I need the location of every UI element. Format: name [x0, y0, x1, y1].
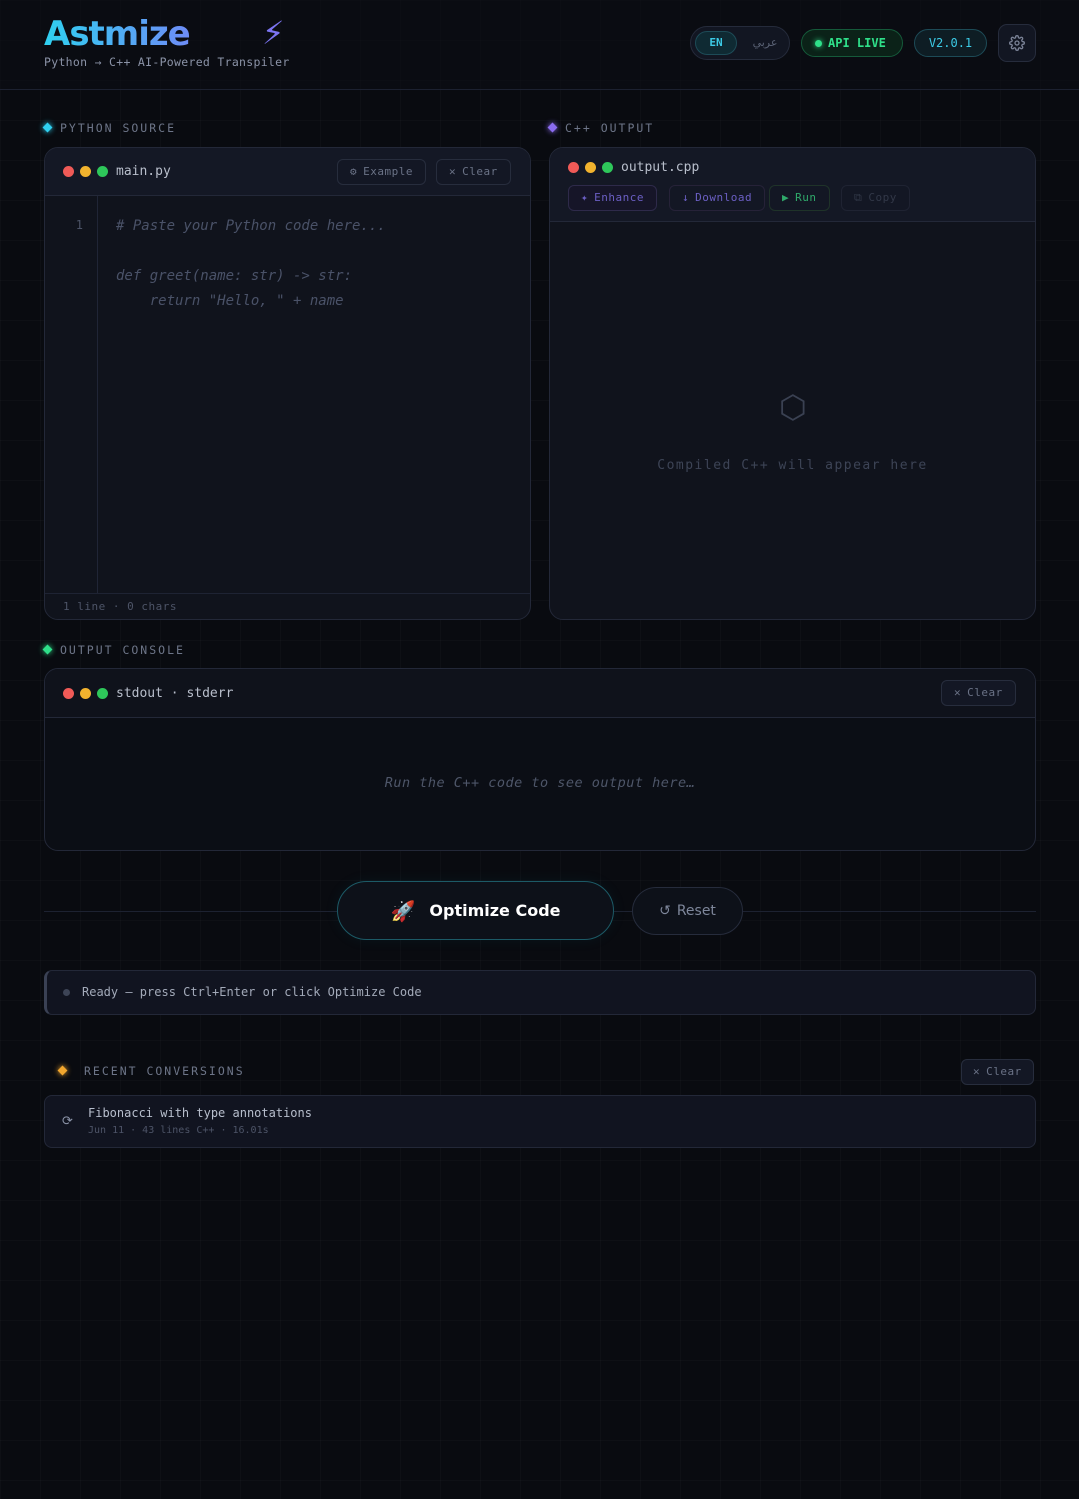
cpp-section-label: C++ OUTPUT [565, 121, 655, 135]
lang-en-button[interactable]: EN [695, 31, 737, 55]
minimize-dot-icon [585, 162, 596, 173]
gear-icon: ⚙ [350, 165, 358, 178]
recent-diamond-icon [57, 1065, 68, 1076]
python-clear-label: Clear [462, 165, 498, 178]
settings-button[interactable] [998, 24, 1036, 62]
cpp-diamond-icon [547, 122, 558, 133]
reset-label: Reset [676, 903, 716, 919]
api-status-label: API LIVE [828, 36, 886, 50]
status-text: Ready — press Ctrl+Enter or click Optimi… [82, 985, 422, 999]
maximize-dot-icon [602, 162, 613, 173]
sparkle-icon: ✦ [581, 191, 589, 204]
example-button-label: Example [363, 165, 413, 178]
console-title: stdout · stderr [116, 686, 234, 701]
copy-button[interactable]: ⧉ Copy [841, 185, 910, 211]
status-dot-icon [63, 989, 70, 996]
python-diamond-icon [42, 122, 53, 133]
console-clear-label: Clear [967, 686, 1003, 699]
recent-clear-label: Clear [986, 1065, 1022, 1078]
divider-line [44, 911, 337, 912]
recent-conversion-item[interactable]: ⟳ Fibonacci with type annotations Jun 11… [44, 1095, 1036, 1148]
python-status-bar: 1 line · 0 chars [45, 593, 530, 619]
run-button[interactable]: ▶ Run [769, 185, 830, 211]
recent-clear-button[interactable]: ✕ Clear [961, 1059, 1034, 1085]
python-code-placeholder: # Paste your Python code here... def gre… [116, 218, 386, 309]
console-header: stdout · stderr ✕ Clear [45, 669, 1035, 718]
gear-icon [1009, 35, 1025, 51]
line-number: 1 [75, 218, 83, 232]
reset-button[interactable]: ↺ Reset [632, 887, 743, 935]
cpp-empty-text: Compiled C++ will appear here [657, 458, 928, 473]
divider-line [743, 911, 1036, 912]
console-empty-text: Run the C++ code to see output here… [384, 775, 696, 791]
output-console-panel: stdout · stderr ✕ Clear Run the C++ code … [44, 668, 1036, 851]
copy-label: Copy [868, 191, 897, 204]
app-logo: Astmize [44, 14, 191, 54]
app-header: Astmize ⚡ Python → C++ AI-Powered Transp… [0, 0, 1079, 90]
python-clear-button[interactable]: ✕ Clear [436, 159, 511, 185]
python-editor-panel: main.py ⚙ Example ✕ Clear 1 # Paste your P… [44, 147, 531, 620]
close-icon: ✕ [449, 165, 457, 178]
close-icon: ✕ [973, 1065, 981, 1078]
python-code-input[interactable]: # Paste your Python code here... def gre… [98, 196, 530, 593]
console-diamond-icon [42, 644, 53, 655]
history-icon: ⟳ [62, 1114, 73, 1129]
optimize-code-button[interactable]: 🚀 Optimize Code [337, 881, 614, 940]
recent-item-title: Fibonacci with type annotations [88, 1106, 312, 1120]
bolt-icon: ⚡ [262, 14, 285, 52]
close-dot-icon [63, 166, 74, 177]
console-clear-button[interactable]: ✕ Clear [941, 680, 1016, 706]
divider-line [614, 911, 632, 912]
python-section-label: PYTHON SOURCE [60, 121, 177, 135]
recent-section-label: RECENT CONVERSIONS [84, 1064, 245, 1078]
lang-ar-button[interactable]: عربي [745, 31, 785, 55]
optimize-label: Optimize Code [429, 901, 561, 920]
hexagon-icon: ⬡ [779, 388, 807, 426]
console-section-label: OUTPUT CONSOLE [60, 643, 185, 657]
cpp-panel-header: output.cpp ✦ Enhance ↓ Download ▶ Run ⧉ Copy [550, 148, 1035, 222]
maximize-dot-icon [97, 166, 108, 177]
recent-item-meta: Jun 11 · 43 lines C++ · 16.01s [88, 1125, 269, 1136]
enhance-label: Enhance [594, 191, 644, 204]
minimize-dot-icon [80, 688, 91, 699]
example-button[interactable]: ⚙ Example [337, 159, 426, 185]
version-badge: V2.0.1 [914, 29, 987, 57]
copy-icon: ⧉ [854, 191, 863, 204]
cpp-output-panel: output.cpp ✦ Enhance ↓ Download ▶ Run ⧉ Copy… [549, 147, 1036, 620]
python-panel-header: main.py ⚙ Example ✕ Clear [45, 148, 530, 196]
download-button[interactable]: ↓ Download [669, 185, 766, 211]
close-icon: ✕ [954, 686, 962, 699]
app-subtitle: Python → C++ AI-Powered Transpiler [44, 55, 290, 69]
enhance-button[interactable]: ✦ Enhance [568, 185, 657, 211]
reset-icon: ↺ [659, 903, 671, 919]
cpp-filename: output.cpp [621, 160, 700, 175]
download-icon: ↓ [682, 191, 690, 204]
close-dot-icon [568, 162, 579, 173]
status-bar: Ready — press Ctrl+Enter or click Optimi… [44, 970, 1036, 1015]
maximize-dot-icon [97, 688, 108, 699]
api-status-badge: API LIVE [801, 29, 903, 57]
language-toggle: EN عربي [690, 26, 790, 60]
run-label: Run [795, 191, 817, 204]
close-dot-icon [63, 688, 74, 699]
play-icon: ▶ [782, 191, 790, 204]
python-filename: main.py [116, 164, 171, 179]
minimize-dot-icon [80, 166, 91, 177]
status-dot-icon [815, 40, 822, 47]
download-label: Download [695, 191, 753, 204]
line-gutter: 1 [45, 196, 98, 593]
rocket-icon: 🚀 [390, 898, 416, 923]
